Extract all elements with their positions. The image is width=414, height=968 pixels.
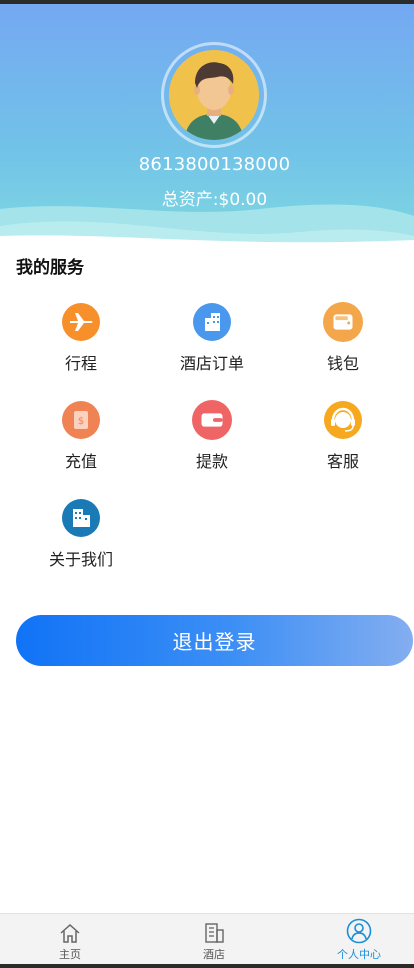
service-label: 充值 <box>64 452 97 471</box>
services-title: 我的服务 <box>16 258 84 278</box>
hotel-icon <box>145 914 283 944</box>
service-wallet[interactable]: 钱包 <box>278 302 408 374</box>
bottom-edge <box>0 964 414 968</box>
user-icon <box>290 914 414 944</box>
logout-button[interactable]: 退出登录 <box>16 615 413 666</box>
service-hotel-orders[interactable]: 酒店订单 <box>147 302 277 374</box>
wallet-icon <box>323 302 363 342</box>
service-label: 行程 <box>64 354 97 373</box>
svg-text:$: $ <box>78 416 84 427</box>
service-label: 提款 <box>195 452 228 471</box>
building-icon <box>192 302 232 342</box>
withdraw-icon <box>192 400 232 440</box>
service-about-us[interactable]: 关于我们 <box>16 498 146 570</box>
service-label: 钱包 <box>326 354 359 373</box>
service-label: 客服 <box>326 452 359 471</box>
bottom-tab-bar: 主页 酒店 个人中心 <box>0 913 414 964</box>
service-trip[interactable]: 行程 <box>16 302 146 374</box>
avatar <box>169 50 259 140</box>
home-icon <box>1 914 139 944</box>
total-assets: 总资产:$0.00 <box>161 190 268 210</box>
tab-home[interactable]: 主页 <box>1 914 139 965</box>
service-customer-support[interactable]: 客服 <box>278 400 408 472</box>
service-withdraw[interactable]: 提款 <box>147 400 277 472</box>
service-label: 酒店订单 <box>179 354 244 373</box>
avatar-illustration <box>169 50 259 140</box>
tab-profile[interactable]: 个人中心 <box>290 914 414 965</box>
service-recharge[interactable]: $ 充值 <box>16 400 146 472</box>
avatar-ring[interactable] <box>161 42 267 148</box>
service-label: 关于我们 <box>48 550 113 569</box>
phone-number: 8613800138000 <box>138 154 291 175</box>
recharge-icon: $ <box>61 400 101 440</box>
headset-icon <box>323 400 363 440</box>
tab-label: 主页 <box>59 948 81 961</box>
tab-hotel[interactable]: 酒店 <box>145 914 283 965</box>
tab-label: 酒店 <box>203 948 225 961</box>
tab-label: 个人中心 <box>337 948 381 961</box>
airplane-icon <box>61 302 101 342</box>
office-icon <box>61 498 101 538</box>
profile-header: 8613800138000 总资产:$0.00 <box>0 4 414 249</box>
